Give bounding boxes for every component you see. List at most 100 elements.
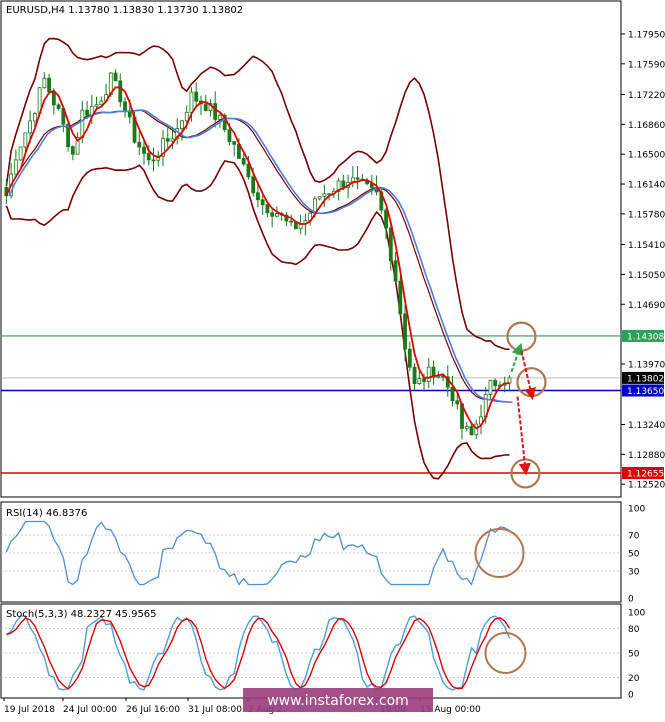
price-tick-label: 1.14690 [628, 301, 665, 311]
candle-body [355, 177, 360, 180]
candle-body [113, 72, 118, 82]
rsi-tick-label: 30 [628, 568, 640, 578]
symbol-label: EURUSD,H4 [6, 5, 65, 16]
candle-body [99, 100, 104, 106]
candle-body [142, 146, 146, 154]
price-tick-label: 1.12520 [628, 481, 665, 491]
candle-body [123, 101, 127, 112]
candle-body [251, 176, 256, 194]
rsi-tick-label: 0 [628, 595, 634, 605]
candle-body [47, 77, 51, 93]
candle-body [426, 366, 431, 382]
candle-body [265, 204, 270, 214]
chart-canvas: 1.17950 1.17590 1.17220 1.16860 1.16500 1.161… [0, 0, 665, 715]
time-label: 26 Jul 16:00 [126, 705, 180, 715]
candle-body [218, 114, 222, 120]
candle-body [203, 103, 208, 112]
price-tick-label: 1.15050 [628, 271, 665, 281]
price-level-label: 1.13802 [627, 374, 664, 384]
stoch-tick-label: 20 [628, 674, 640, 684]
price-tick-label: 1.13970 [628, 360, 665, 370]
candle-body [94, 104, 99, 107]
price-tick-label: 1.17220 [628, 91, 665, 101]
candle-body [493, 380, 498, 387]
candle-body [341, 180, 346, 188]
candle-body [256, 192, 260, 201]
candle-body [450, 386, 455, 402]
candle-body [213, 103, 218, 120]
price-level-label: 1.13650 [627, 387, 664, 397]
candle-body [227, 129, 232, 142]
candle-body [70, 146, 75, 155]
candle-body [270, 212, 275, 217]
price-level-label: 1.14308 [627, 332, 664, 342]
price-tick-label: 1.13240 [628, 421, 665, 431]
watermark: www.instaforex.com [243, 688, 433, 712]
stoch-label: Stoch(5,3,3) 48.2327 45.9565 [6, 609, 157, 620]
candle-body [260, 199, 265, 206]
price-tick-label: 1.16860 [628, 121, 665, 131]
candle-body [407, 348, 412, 368]
candle-body [137, 141, 142, 148]
stoch-tick-label: 80 [628, 625, 640, 635]
candle-body [85, 109, 89, 116]
candle-body [180, 120, 184, 130]
candle-body [28, 120, 33, 134]
price-tick-label: 1.15410 [628, 241, 665, 251]
candle-body [322, 193, 327, 197]
candle-body [422, 378, 426, 382]
watermark-text: www.instaforex.com [267, 693, 409, 709]
time-label: 24 Jul 00:00 [63, 705, 117, 715]
price-axis: 1.17950 1.17590 1.17220 1.16860 1.16500 1.161… [621, 30, 665, 701]
candle-body [393, 260, 398, 282]
candle-body [455, 400, 460, 405]
candle-body [32, 113, 37, 122]
stoch-tick-label: 0 [628, 691, 634, 701]
candle-body [13, 159, 18, 175]
price-tick-label: 1.17950 [628, 30, 665, 40]
candle-body [146, 153, 151, 161]
time-label: 19 Jul 2018 [4, 705, 55, 715]
candle-body [384, 209, 388, 229]
chart-window: 1.17950 1.17590 1.17220 1.16860 1.16500 1.161… [0, 0, 665, 718]
price-tick-label: 1.12880 [628, 451, 665, 461]
candle-body [194, 91, 199, 102]
price-tick-label: 1.17590 [628, 60, 665, 70]
candle-body [474, 423, 479, 436]
candle-body [232, 141, 237, 145]
candle-body [241, 158, 246, 165]
candle-body [275, 213, 279, 217]
price-level-label: 1.12655 [627, 470, 664, 480]
time-label: 31 Jul 08:00 [188, 705, 242, 715]
candle-body [118, 80, 123, 103]
price-tick-label: 1.15780 [628, 210, 665, 220]
rsi-tick-label: 100 [628, 505, 645, 515]
candle-body [56, 104, 61, 109]
candle-body [23, 132, 28, 148]
candle-body [151, 159, 156, 162]
candle-body [417, 378, 422, 384]
rsi-tick-label: 70 [628, 532, 640, 542]
candle-body [18, 146, 23, 161]
rsi-label: RSI(14) 46.8376 [6, 508, 87, 519]
candle-body [388, 227, 393, 262]
candle-body [412, 366, 417, 384]
candle-body [464, 426, 469, 429]
candle-body [317, 195, 322, 200]
candle-body [184, 111, 189, 122]
stoch-tick-label: 50 [628, 650, 640, 660]
stoch-tick-label: 100 [628, 609, 645, 619]
chart-symbol-ohlc: EURUSD,H4 1.13780 1.13830 1.13730 1.1380… [6, 5, 243, 16]
price-tick-label: 1.16500 [628, 151, 665, 161]
candle-body [403, 313, 407, 350]
ohlc-label: 1.13780 1.13830 1.13730 1.13802 [68, 5, 243, 16]
candle-body [189, 91, 194, 113]
candle-body [51, 91, 56, 106]
candle-body [289, 220, 294, 223]
candle-body [469, 426, 474, 436]
price-tick-label: 1.16140 [628, 181, 665, 191]
candle-body [398, 280, 403, 315]
candle-body [80, 109, 85, 138]
candle-body [165, 138, 170, 142]
candle-body [42, 77, 47, 89]
